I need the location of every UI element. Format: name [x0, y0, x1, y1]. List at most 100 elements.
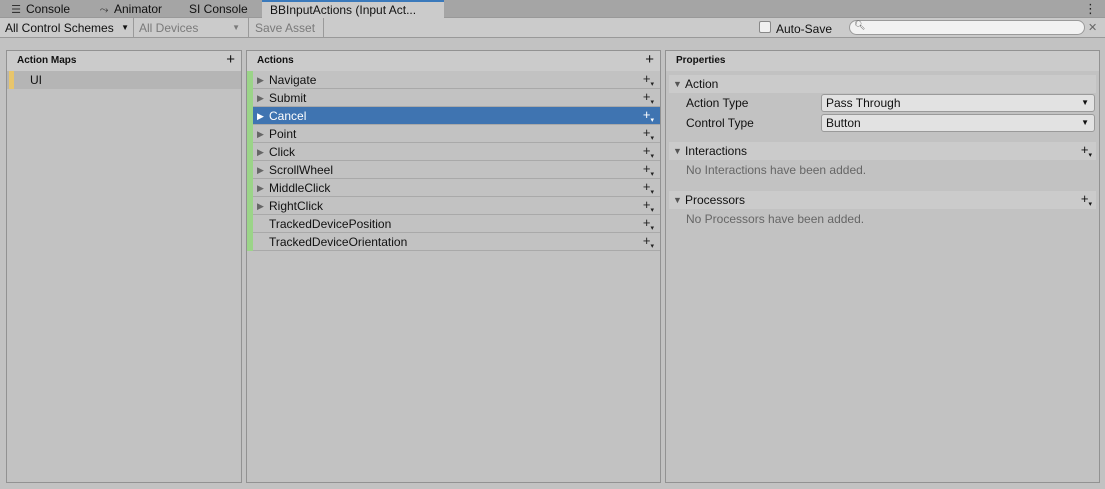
processors-section-header[interactable]: ▼ Processors +▾: [669, 191, 1096, 209]
tab-bar: ☰ Console ⤳ Animator SI Console BBInputAct…: [0, 0, 1105, 19]
action-maps-header: Action Maps +: [7, 51, 241, 71]
action-row-scrollwheel[interactable]: ▶ ScrollWheel +▾: [247, 161, 660, 179]
expand-arrow-icon[interactable]: ▶: [257, 89, 264, 107]
action-color-bar: [247, 215, 253, 233]
processors-empty-message: No Processors have been added.: [686, 212, 865, 226]
add-binding-icon[interactable]: +▾: [643, 232, 654, 256]
action-row-trackeddeviceorientation[interactable]: TrackedDeviceOrientation +▾: [247, 233, 660, 251]
chevron-down-icon: ▼: [1081, 118, 1089, 127]
properties-title: Properties: [676, 55, 726, 66]
auto-save-checkbox[interactable]: [759, 21, 771, 33]
clear-search-icon[interactable]: ✕: [1088, 18, 1097, 38]
action-row-rightclick[interactable]: ▶ RightClick +▾: [247, 197, 660, 215]
action-color-bar: [247, 197, 253, 215]
control-schemes-dropdown[interactable]: All Control Schemes ▼: [0, 18, 133, 38]
tab-input-actions[interactable]: BBInputActions (Input Act...: [262, 0, 444, 19]
chevron-down-icon: ▼: [1081, 98, 1089, 107]
add-action-icon[interactable]: +: [645, 50, 654, 70]
more-options-icon[interactable]: ⋮: [1084, 0, 1097, 18]
devices-label: All Devices: [139, 21, 199, 35]
interactions-section-label: Interactions: [685, 144, 748, 158]
action-row-navigate[interactable]: ▶ Navigate +▾: [247, 71, 660, 89]
save-asset-label: Save Asset: [255, 21, 316, 35]
chevron-down-icon: ▼: [121, 23, 129, 32]
auto-save-label: Auto-Save: [776, 22, 833, 36]
add-action-map-icon[interactable]: +: [226, 50, 235, 70]
map-color-bar: [9, 71, 14, 89]
action-label: Navigate: [269, 73, 317, 87]
action-color-bar: [247, 107, 253, 125]
action-label: RightClick: [269, 199, 324, 213]
action-color-bar: [247, 125, 253, 143]
expand-arrow-icon[interactable]: ▶: [257, 71, 264, 89]
action-maps-panel: Action Maps + UI: [6, 50, 242, 483]
expand-arrow-icon[interactable]: ▶: [257, 197, 264, 215]
action-row-cancel[interactable]: ▶ Cancel +▾: [247, 107, 660, 125]
action-color-bar: [247, 233, 253, 251]
action-row-click[interactable]: ▶ Click +▾: [247, 143, 660, 161]
action-row-middleclick[interactable]: ▶ MiddleClick +▾: [247, 179, 660, 197]
console-icon: ☰: [11, 4, 21, 16]
search-icon: 🔍︎: [854, 20, 866, 30]
add-interaction-icon[interactable]: +▾: [1081, 141, 1092, 165]
foldout-arrow-icon[interactable]: ▼: [673, 75, 682, 93]
chevron-down-icon: ▼: [232, 23, 240, 32]
action-label: Click: [269, 145, 295, 159]
tab-si-console[interactable]: SI Console: [181, 0, 248, 18]
add-processor-icon[interactable]: +▾: [1081, 190, 1092, 214]
interactions-section-header[interactable]: ▼ Interactions +▾: [669, 142, 1096, 160]
tab-label: Animator: [114, 2, 163, 16]
expand-arrow-icon[interactable]: ▶: [257, 107, 264, 125]
action-color-bar: [247, 71, 253, 89]
actions-title: Actions: [257, 55, 294, 66]
action-row-submit[interactable]: ▶ Submit +▾: [247, 89, 660, 107]
action-type-value: Pass Through: [826, 96, 901, 110]
action-label: Submit: [269, 91, 307, 105]
action-color-bar: [247, 179, 253, 197]
animator-icon: ⤳: [99, 4, 109, 16]
toolbar-divider: [248, 18, 249, 38]
control-type-field: Control Type Button ▼: [666, 113, 1099, 133]
properties-panel: Properties ▼ Action Action Type Pass Thr…: [665, 50, 1100, 483]
expand-arrow-icon[interactable]: ▶: [257, 125, 264, 143]
toolbar: All Control Schemes ▼ All Devices ▼ Save…: [0, 18, 1105, 38]
control-type-dropdown[interactable]: Button ▼: [821, 114, 1095, 132]
actions-panel: Actions + ▶ Navigate +▾ ▶ Submit +▾ ▶ Ca…: [246, 50, 661, 483]
action-row-trackeddeviceposition[interactable]: TrackedDevicePosition +▾: [247, 215, 660, 233]
action-type-field: Action Type Pass Through ▼: [666, 93, 1099, 113]
action-label: TrackedDeviceOrientation: [269, 235, 408, 249]
action-row-point[interactable]: ▶ Point +▾: [247, 125, 660, 143]
devices-dropdown[interactable]: All Devices ▼: [134, 18, 244, 38]
tab-label: Console: [26, 2, 71, 16]
action-label: MiddleClick: [269, 181, 331, 195]
tab-label: BBInputActions (Input Act...: [270, 3, 417, 17]
action-map-item[interactable]: UI: [7, 71, 241, 89]
tab-animator[interactable]: ⤳ Animator: [90, 0, 162, 18]
action-color-bar: [247, 89, 253, 107]
control-type-value: Button: [826, 116, 861, 130]
tab-console[interactable]: ☰ Console: [2, 0, 70, 18]
properties-header: Properties: [666, 51, 1099, 71]
actions-header: Actions +: [247, 51, 660, 71]
save-asset-button[interactable]: Save Asset: [250, 18, 324, 38]
expand-arrow-icon[interactable]: ▶: [257, 179, 264, 197]
control-schemes-label: All Control Schemes: [5, 21, 114, 35]
action-section-header[interactable]: ▼ Action: [669, 75, 1096, 93]
expand-arrow-icon[interactable]: ▶: [257, 143, 264, 161]
processors-section-label: Processors: [685, 193, 746, 207]
action-color-bar: [247, 143, 253, 161]
tab-label: SI Console: [189, 2, 248, 16]
action-map-label: UI: [30, 73, 42, 87]
action-type-dropdown[interactable]: Pass Through ▼: [821, 94, 1095, 112]
expand-arrow-icon[interactable]: ▶: [257, 161, 264, 179]
action-maps-title: Action Maps: [17, 55, 77, 66]
action-label: Cancel: [269, 109, 307, 123]
search-input[interactable]: 🔍︎: [849, 20, 1085, 35]
foldout-arrow-icon[interactable]: ▼: [673, 191, 682, 209]
action-label: Point: [269, 127, 297, 141]
foldout-arrow-icon[interactable]: ▼: [673, 142, 682, 160]
action-type-label: Action Type: [686, 96, 749, 110]
control-type-label: Control Type: [686, 116, 754, 130]
interactions-empty-message: No Interactions have been added.: [686, 163, 867, 177]
action-color-bar: [247, 161, 253, 179]
